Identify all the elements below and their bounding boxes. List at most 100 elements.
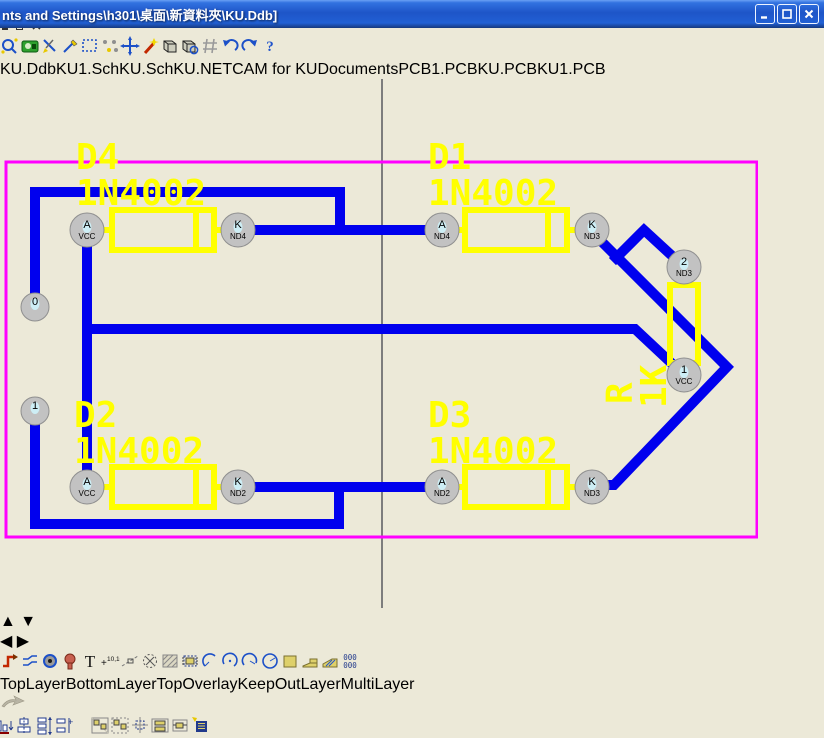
pad-k-nd3[interactable]: KND3: [575, 213, 609, 247]
track-button[interactable]: [20, 658, 40, 675]
title-bar[interactable]: nts and Settings\h301\桌面\新資料夾\KU.Ddb]: [0, 0, 824, 28]
grid-button[interactable]: [200, 36, 220, 61]
pad-button[interactable]: [40, 658, 60, 675]
paste-array-button[interactable]: 000000: [340, 658, 360, 675]
distribute-vertically-button[interactable]: [34, 722, 54, 738]
maximize-button[interactable]: [777, 4, 797, 24]
fill-button[interactable]: [280, 658, 300, 675]
layer-tab-toplayer[interactable]: TopLayer: [0, 676, 66, 693]
scroll-right-button[interactable]: ▶: [17, 633, 29, 650]
horizontal-scrollbar[interactable]: ◀ ▶: [0, 631, 824, 651]
svg-text:+: +: [68, 717, 73, 727]
align-component-button[interactable]: [170, 722, 190, 738]
align-middle-button[interactable]: [14, 722, 34, 738]
minimize-button[interactable]: [755, 4, 775, 24]
silk-label-1n4002[interactable]: 1N4002: [74, 431, 204, 472]
pad-2-nd3[interactable]: 2ND3: [667, 250, 701, 284]
magnifier-button[interactable]: [0, 36, 20, 61]
coordinate-button[interactable]: +10,10: [100, 658, 120, 675]
center-on-grid-button[interactable]: [130, 722, 150, 738]
align-bottom-button[interactable]: [0, 722, 14, 738]
draw-line-button[interactable]: [60, 36, 80, 61]
silk-label-d4[interactable]: D4: [76, 137, 119, 178]
arc-any-button[interactable]: [240, 658, 260, 675]
close-button[interactable]: [799, 4, 819, 24]
layer-tab-topoverlay[interactable]: TopOverlay: [157, 676, 238, 693]
arrange-components-button[interactable]: [150, 722, 170, 738]
align-dots-button[interactable]: [100, 36, 120, 61]
silk-label-1n4002[interactable]: 1N4002: [76, 173, 206, 214]
pcb-canvas[interactable]: D41N4002D11N4002D21N4002D31N4002R1KAVCCK…: [0, 79, 824, 613]
silk-label-d3[interactable]: D3: [428, 395, 471, 436]
silk-label-1n4002[interactable]: 1N4002: [428, 173, 558, 214]
redo-icon: [240, 36, 260, 56]
split-plane-button[interactable]: [320, 658, 340, 675]
arc-edge-button[interactable]: [200, 658, 220, 675]
layer-tab-multilayer[interactable]: MultiLayer: [341, 676, 415, 693]
tab-ku-ddb[interactable]: KU.Ddb: [0, 61, 56, 78]
select-area-button[interactable]: [80, 36, 100, 61]
tab-cam-for-ku[interactable]: CAM for KU: [232, 61, 317, 78]
component-button[interactable]: [180, 658, 200, 675]
dimension-button[interactable]: [120, 658, 140, 675]
silk-label-1n4002[interactable]: 1N4002: [428, 431, 558, 472]
pad-k-nd4[interactable]: KND4: [221, 213, 255, 247]
space-vertically-button[interactable]: +: [54, 722, 74, 738]
trace-vcc[interactable]: [87, 329, 682, 373]
pad-a-vcc[interactable]: AVCC: [70, 470, 104, 504]
component-body-d1-body[interactable]: [465, 210, 567, 250]
arrange-outside-room-button[interactable]: [110, 722, 130, 738]
tab-pcb1-pcb[interactable]: PCB1.PCB: [398, 61, 477, 78]
arc-center-button[interactable]: [220, 658, 240, 675]
library-button[interactable]: [160, 36, 180, 61]
library-icon: [160, 36, 180, 56]
pad-a-vcc[interactable]: AVCC: [70, 213, 104, 247]
pad-k-nd3[interactable]: KND3: [575, 470, 609, 504]
string-button[interactable]: T: [80, 658, 100, 675]
help-button[interactable]: ?: [260, 36, 280, 61]
polygon-plane-button[interactable]: [300, 658, 320, 675]
arrange-within-room-button[interactable]: [90, 722, 110, 738]
scroll-down-button[interactable]: ▼: [20, 613, 36, 630]
application-window: nts and Settings\h301\桌面\新資料夾\KU.Ddb] De…: [0, 0, 824, 738]
full-circle-icon: [260, 651, 280, 671]
tab-ku1-pcb[interactable]: KU1.PCB: [537, 61, 605, 78]
silk-label-d2[interactable]: D2: [74, 395, 117, 436]
layer-tab-keepoutlayer[interactable]: KeepOutLayer: [237, 676, 340, 693]
pad-1[interactable]: 1: [21, 397, 49, 425]
arrange-outside-room-icon: [110, 715, 130, 735]
tab-documents[interactable]: Documents: [317, 61, 398, 78]
library-browse-button[interactable]: [180, 36, 200, 61]
vertical-scrollbar[interactable]: ▲ ▼: [0, 613, 824, 631]
browse-image-button[interactable]: [20, 36, 40, 61]
pad-a-nd2[interactable]: AND2: [425, 470, 459, 504]
via-button[interactable]: [60, 658, 80, 675]
pad-0[interactable]: 0: [21, 293, 49, 321]
component-body-d3-body[interactable]: [465, 467, 567, 507]
pad-a-nd4[interactable]: AND4: [425, 213, 459, 247]
full-circle-button[interactable]: [260, 658, 280, 675]
pad-1-vcc[interactable]: 1VCC: [667, 358, 701, 392]
align-middle-icon: [14, 715, 34, 735]
wand-button[interactable]: [140, 36, 160, 61]
redo-button[interactable]: [240, 36, 260, 61]
space-vertically-icon: +: [54, 715, 74, 735]
scroll-up-button[interactable]: ▲: [0, 613, 16, 630]
tab-ku-pcb[interactable]: KU.PCB: [478, 61, 538, 78]
tab-ku1-sch[interactable]: KU1.Sch: [56, 61, 119, 78]
align-bottom-icon: [0, 715, 14, 735]
room-hatch-button[interactable]: [160, 658, 180, 675]
move-cross-button[interactable]: [120, 36, 140, 61]
interactive-route-button[interactable]: [0, 658, 20, 675]
via-icon: [60, 651, 80, 671]
paste-array-special-button[interactable]: [190, 722, 210, 738]
silk-label-d1[interactable]: D1: [428, 137, 471, 178]
cutter-button[interactable]: [40, 36, 60, 61]
origin-button[interactable]: [140, 658, 160, 675]
scroll-left-button[interactable]: ◀: [0, 633, 12, 650]
pad-k-nd2[interactable]: KND2: [221, 470, 255, 504]
undo-button[interactable]: [220, 36, 240, 61]
tab-ku-net[interactable]: KU.NET: [173, 61, 232, 78]
layer-tab-bottomlayer[interactable]: BottomLayer: [66, 676, 157, 693]
tab-ku-sch[interactable]: KU.Sch: [119, 61, 173, 78]
